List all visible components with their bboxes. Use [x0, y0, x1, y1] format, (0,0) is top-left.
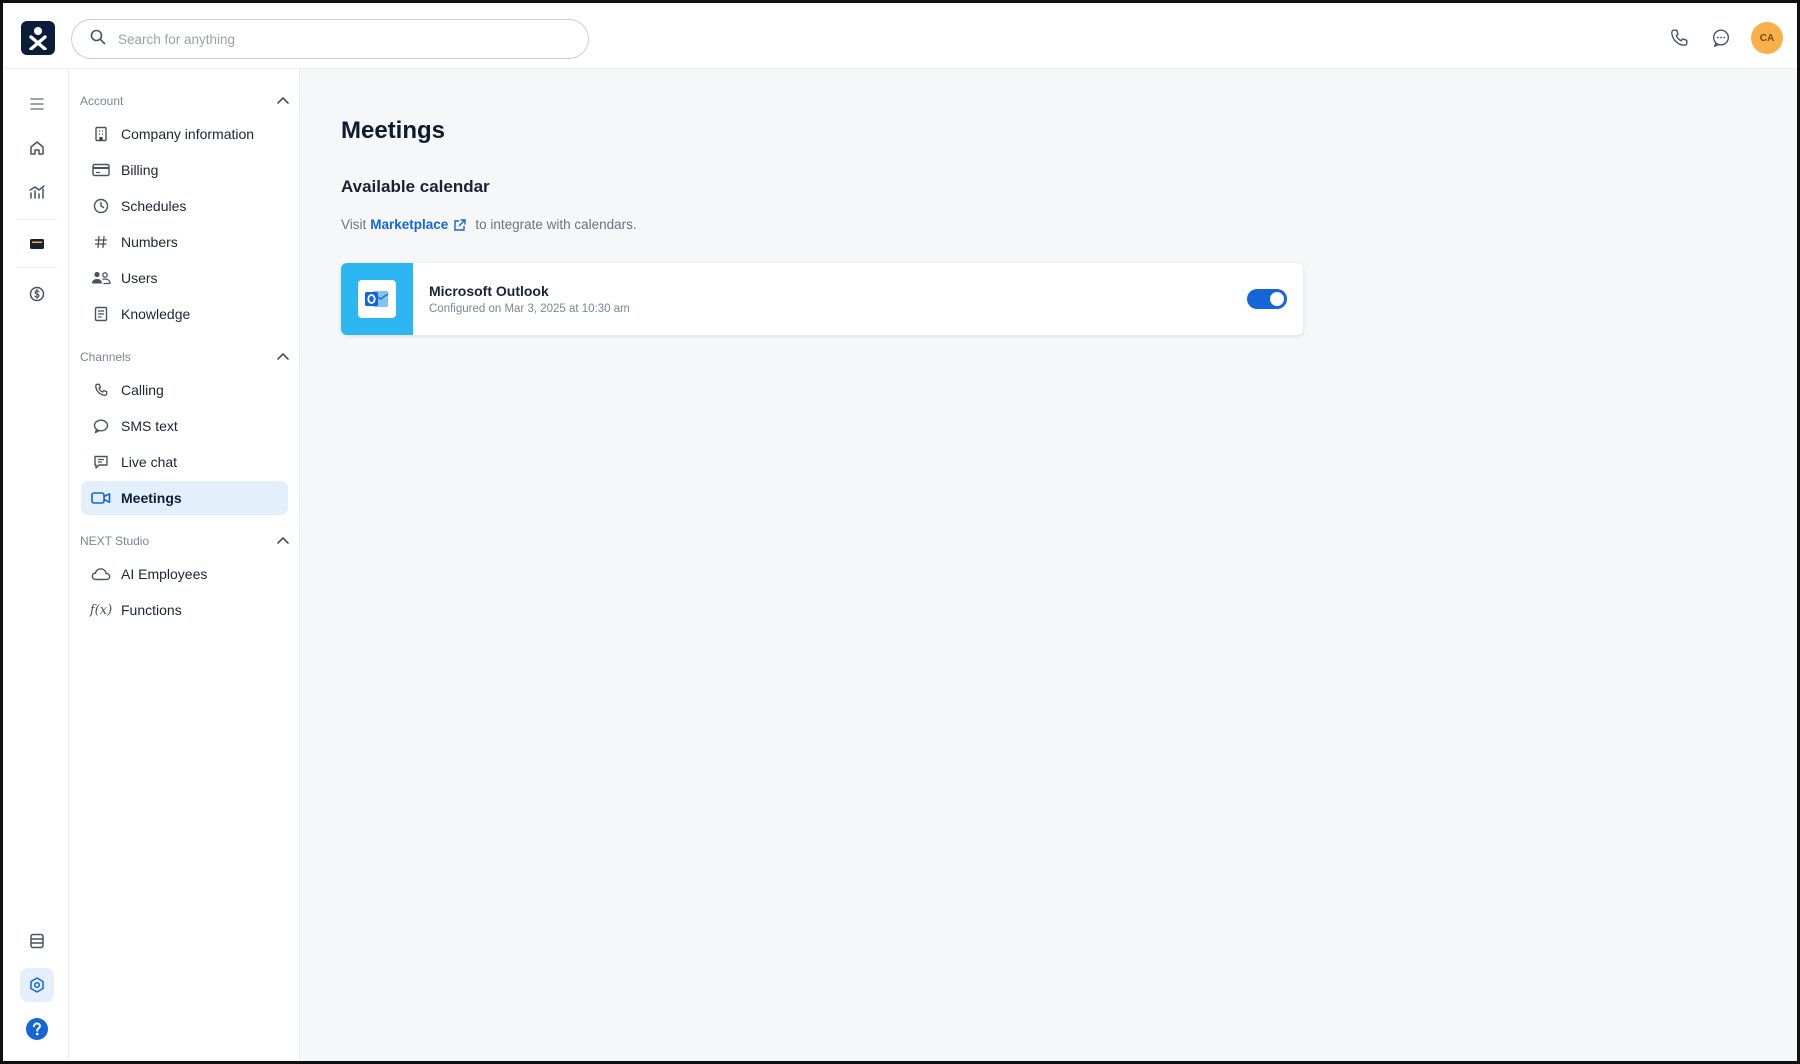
app-logo[interactable] — [21, 21, 55, 55]
chevron-up-icon — [276, 534, 290, 548]
analytics-icon[interactable] — [20, 175, 54, 209]
main-content: Meetings Available calendar Visit Market… — [301, 69, 1797, 1061]
sidebar-item-label: SMS text — [121, 418, 178, 434]
book-icon — [91, 304, 111, 324]
marketplace-link-label: Marketplace — [370, 217, 449, 232]
dollar-icon[interactable] — [20, 277, 54, 311]
app-window: CA Account — [0, 0, 1800, 1064]
users-icon — [91, 268, 111, 288]
building-icon — [91, 124, 111, 144]
section-title: NEXT Studio — [80, 534, 150, 548]
chat-bubble-icon — [91, 416, 111, 436]
sidebar-item-knowledge[interactable]: Knowledge — [81, 297, 288, 331]
outlook-logo-tile — [341, 263, 413, 335]
function-icon: f(x) — [89, 602, 113, 618]
hint-prefix: Visit — [341, 217, 367, 232]
sidebar-item-users[interactable]: Users — [81, 261, 288, 295]
marketplace-link[interactable]: Marketplace — [370, 217, 467, 232]
search-icon — [90, 29, 106, 50]
section-title: Channels — [80, 350, 131, 364]
chevron-up-icon — [276, 350, 290, 364]
sidebar-item-meetings[interactable]: Meetings — [81, 481, 288, 515]
phone-icon — [91, 380, 111, 400]
section-header-next-studio[interactable]: NEXT Studio — [80, 531, 290, 551]
credit-card-icon — [91, 160, 111, 180]
sidebar-item-ai-employees[interactable]: AI Employees — [81, 557, 288, 591]
sidebar-item-label: Users — [121, 270, 158, 286]
sidebar-item-label: Knowledge — [121, 306, 191, 322]
sidebar-item-label: Billing — [121, 162, 159, 178]
phone-icon[interactable] — [1667, 26, 1691, 50]
search-bar[interactable] — [71, 19, 589, 59]
sidebar-item-numbers[interactable]: Numbers — [81, 225, 288, 259]
sidebar-item-live-chat[interactable]: Live chat — [81, 445, 288, 479]
settings-sidebar: Account Company information Billing Sche… — [70, 69, 300, 1061]
hash-icon — [91, 232, 111, 252]
inbox-icon[interactable] — [20, 227, 54, 261]
sidebar-item-calling[interactable]: Calling — [81, 373, 288, 407]
icon-rail — [3, 69, 69, 1061]
top-bar: CA — [3, 3, 1797, 69]
cloud-icon — [91, 564, 111, 584]
search-input[interactable] — [118, 31, 558, 47]
integration-card-microsoft-outlook[interactable]: Microsoft Outlook Configured on Mar 3, 2… — [341, 263, 1303, 335]
sidebar-item-label: Functions — [121, 602, 182, 618]
sidebar-item-label: Schedules — [121, 198, 187, 214]
hint-suffix: to integrate with calendars. — [475, 217, 637, 232]
rail-divider — [17, 267, 57, 268]
top-actions: CA — [1667, 21, 1783, 55]
chevron-up-icon — [276, 94, 290, 108]
integration-toggle[interactable] — [1247, 289, 1287, 309]
home-icon[interactable] — [20, 131, 54, 165]
sidebar-item-schedules[interactable]: Schedules — [81, 189, 288, 223]
sidebar-item-billing[interactable]: Billing — [81, 153, 288, 187]
video-icon — [91, 488, 111, 508]
avatar[interactable]: CA — [1751, 22, 1783, 54]
clock-icon — [91, 196, 111, 216]
sidebar-item-functions[interactable]: f(x) Functions — [81, 593, 288, 627]
database-icon[interactable] — [20, 924, 54, 958]
marketplace-hint: Visit Marketplace to integrate with cale… — [341, 217, 637, 232]
sidebar-item-label: Live chat — [121, 454, 178, 470]
section-title-available-calendar: Available calendar — [341, 177, 490, 196]
rail-divider — [17, 219, 57, 220]
sidebar-item-label: Meetings — [121, 490, 182, 506]
sidebar-item-sms-text[interactable]: SMS text — [81, 409, 288, 443]
integration-name: Microsoft Outlook — [429, 283, 549, 299]
sidebar-item-label: AI Employees — [121, 566, 208, 582]
sidebar-item-label: Numbers — [121, 234, 178, 250]
toggle-knob — [1270, 292, 1284, 306]
sidebar-item-label: Company information — [121, 126, 255, 142]
section-header-channels[interactable]: Channels — [80, 347, 290, 367]
sidebar-item-company-information[interactable]: Company information — [81, 117, 288, 151]
settings-hexagon-icon[interactable] — [20, 968, 54, 1002]
page-title: Meetings — [341, 117, 446, 144]
external-link-icon — [453, 218, 467, 232]
menu-icon[interactable] — [20, 87, 54, 121]
section-title: Account — [80, 94, 124, 108]
integration-configured-date: Configured on Mar 3, 2025 at 10:30 am — [429, 303, 630, 315]
section-header-account[interactable]: Account — [80, 91, 290, 111]
live-chat-icon — [91, 452, 111, 472]
outlook-icon — [358, 280, 396, 318]
help-icon[interactable] — [20, 1012, 54, 1046]
chat-icon[interactable] — [1709, 26, 1733, 50]
sidebar-item-label: Calling — [121, 382, 164, 398]
